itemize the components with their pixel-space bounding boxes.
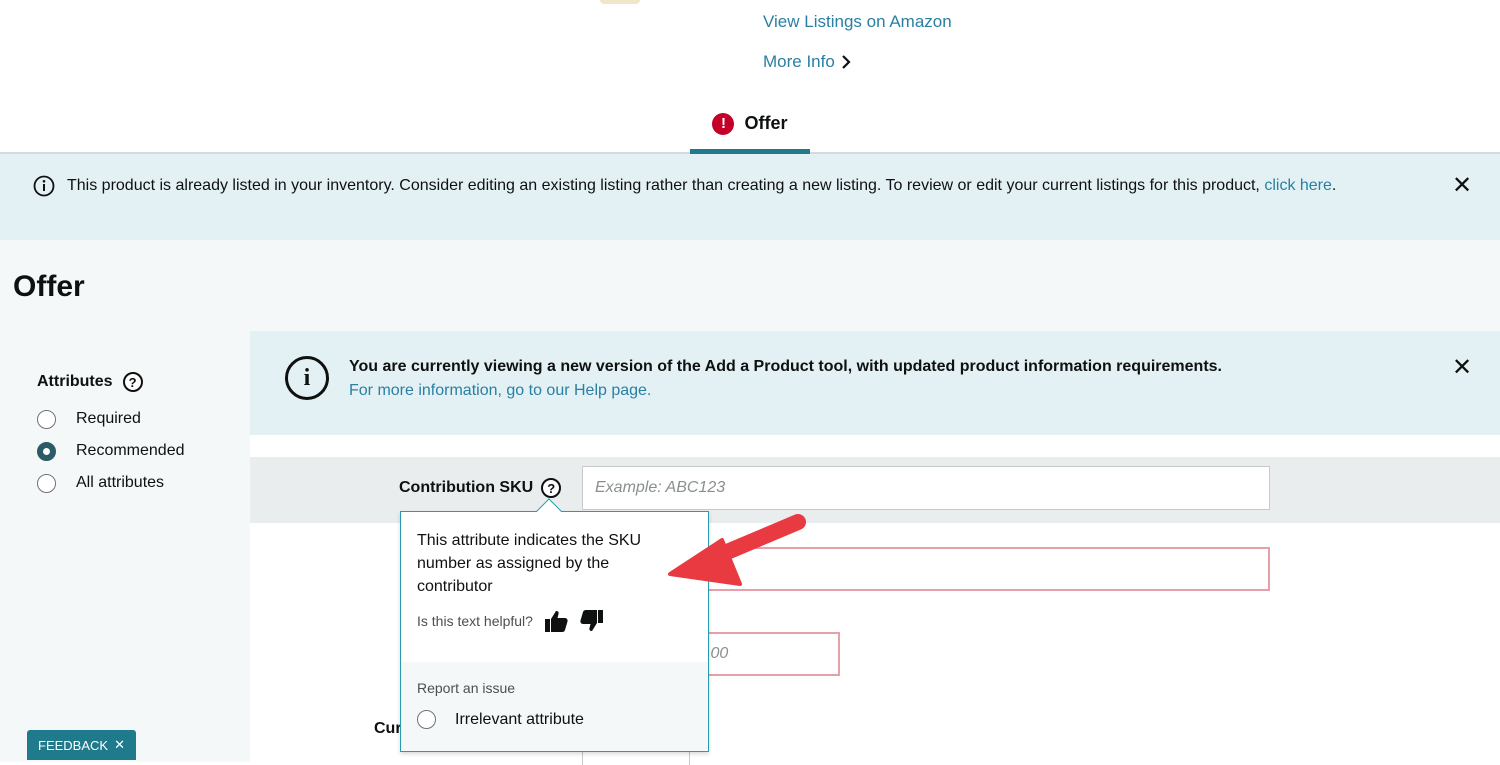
feedback-label: FEEDBACK <box>38 737 109 753</box>
attribute-filter-label: Attributes <box>37 373 113 390</box>
feedback-button[interactable]: FEEDBACK ✕ <box>27 730 136 760</box>
contribution-sku-label: Contribution SKU ? <box>399 478 562 498</box>
view-listings-link[interactable]: View Listings on Amazon <box>763 12 952 32</box>
filter-option-recommended[interactable]: Recommended <box>37 435 185 467</box>
tab-bar: ! Offer <box>0 98 1500 154</box>
radio-button[interactable] <box>37 473 56 493</box>
more-info-link[interactable]: More Info <box>763 52 851 72</box>
filter-option-all-attributes[interactable]: All attributes <box>37 467 185 499</box>
error-icon: ! <box>712 112 735 135</box>
tooltip-text: This attribute indicates the SKU number … <box>417 532 642 595</box>
filter-option-label: All attributes <box>76 474 165 491</box>
page-title: Offer <box>13 270 85 303</box>
report-option-irrelevant[interactable]: Irrelevant attribute <box>417 710 584 729</box>
attribute-filter: Attributes ? Required Recommended All at… <box>37 369 185 499</box>
tab-offer-label: Offer <box>744 113 788 133</box>
price-placeholder: .00 <box>706 645 729 662</box>
product-image-edge <box>600 0 640 4</box>
help-banner-text: You are currently viewing a new version … <box>349 355 1222 403</box>
inventory-alert-message: This product is already listed in your i… <box>67 177 1265 194</box>
close-icon[interactable]: ✕ <box>1452 353 1472 382</box>
help-page-link[interactable]: For more information, go to our Help pag… <box>349 382 651 399</box>
thumbs-down-icon[interactable] <box>579 609 605 633</box>
chevron-right-icon <box>842 55 851 69</box>
help-icon[interactable]: ? <box>541 478 562 498</box>
help-icon[interactable]: ? <box>122 372 143 392</box>
price-input[interactable]: .00 <box>700 632 840 676</box>
close-icon[interactable]: ✕ <box>1452 174 1472 198</box>
help-banner-message: You are currently viewing a new version … <box>349 358 1222 375</box>
attribute-filter-title: Attributes ? <box>37 369 185 395</box>
tab-offer[interactable]: ! Offer <box>690 98 810 154</box>
report-issue-label: Report an issue <box>417 680 516 696</box>
radio-button[interactable] <box>37 409 56 429</box>
tooltip-helpful: Is this text helpful? <box>417 609 605 633</box>
filter-option-label: Recommended <box>76 442 185 459</box>
more-info-label: More Info <box>763 52 835 71</box>
tooltip-footer: Report an issue Irrelevant attribute <box>401 662 708 751</box>
tooltip-helpful-prompt: Is this text helpful? <box>417 613 533 629</box>
filter-option-label: Required <box>76 410 141 427</box>
currency-label: Cur <box>374 720 402 737</box>
annotation-arrow-icon <box>668 514 806 586</box>
inventory-alert-text: This product is already listed in your i… <box>67 174 1422 198</box>
thumbs-up-icon[interactable] <box>543 609 569 633</box>
radio-button-selected[interactable] <box>37 441 56 461</box>
contribution-sku-label-text: Contribution SKU <box>399 479 534 496</box>
report-option-label: Irrelevant attribute <box>455 710 584 728</box>
inventory-alert-suffix: . <box>1331 177 1337 194</box>
info-icon <box>33 175 55 197</box>
inventory-click-here-link[interactable]: click here <box>1264 177 1332 194</box>
radio-button[interactable] <box>417 710 436 729</box>
filter-option-required[interactable]: Required <box>37 403 185 435</box>
info-icon: i <box>285 356 329 400</box>
contribution-sku-placeholder: Example: ABC123 <box>595 479 726 496</box>
close-icon[interactable]: ✕ <box>114 737 125 753</box>
contribution-sku-input[interactable]: Example: ABC123 <box>582 466 1270 510</box>
